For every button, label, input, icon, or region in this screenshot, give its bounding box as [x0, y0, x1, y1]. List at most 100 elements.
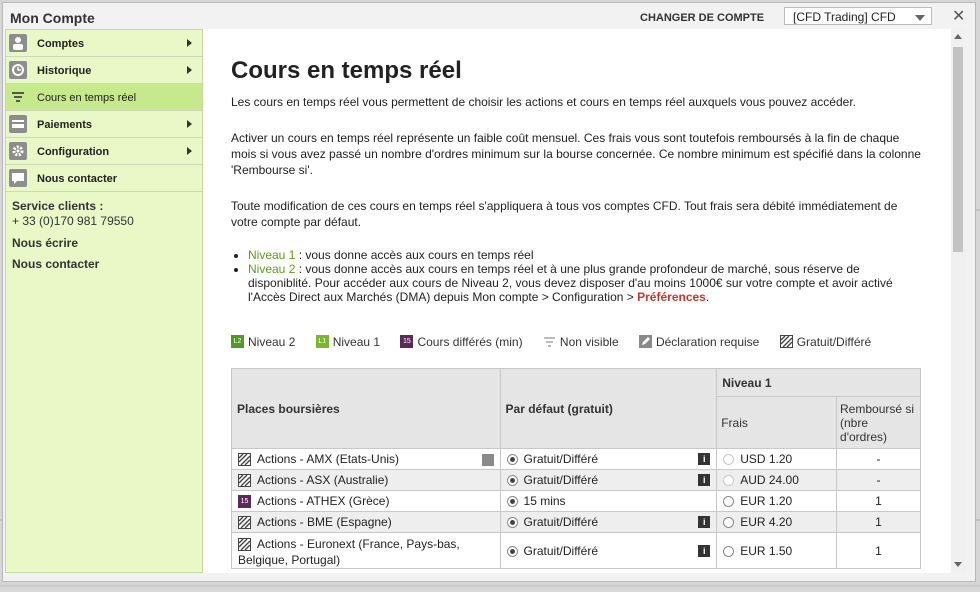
level1-badge-icon: L1	[315, 335, 329, 349]
sidebar-item-label: Nous contacter	[37, 173, 118, 185]
legend-label: Niveau 1	[332, 334, 381, 349]
fee-label: EUR 1.20	[740, 494, 793, 508]
chevron-right-icon	[187, 66, 192, 74]
sidebar-item-historique[interactable]: Historique	[6, 57, 202, 84]
hatched-icon	[238, 453, 251, 467]
fee-label: EUR 1.50	[740, 543, 793, 558]
fee-cell[interactable]: EUR 1.50	[716, 532, 838, 569]
scrollbar-thumb[interactable]	[953, 47, 963, 252]
list-item: Niveau 2 : vous donne accès aux cours en…	[248, 262, 921, 304]
close-icon[interactable]: ✕	[952, 9, 965, 25]
level1-link[interactable]: Niveau 1	[248, 248, 295, 262]
sidebar-item-configuration[interactable]: Configuration	[6, 138, 202, 165]
market-cell: 15 Actions - ATHEX (Grèce)	[231, 490, 501, 512]
chevron-right-icon	[187, 39, 192, 47]
info-icon[interactable]: i	[698, 453, 711, 465]
sidebar-item-comptes[interactable]: Comptes	[6, 30, 202, 57]
sidebar: Comptes Historique Cours en temps réel P…	[5, 29, 203, 573]
legend-item-declaration: Déclaration requise	[638, 334, 760, 349]
legend-label: Déclaration requise	[655, 334, 760, 349]
col-header-default: Par défaut (gratuit)	[499, 368, 718, 449]
fee-radio[interactable]	[723, 496, 735, 508]
fee-label: AUD 24.00	[740, 473, 799, 487]
pencil-icon[interactable]	[481, 453, 494, 466]
legend-item-l2: L2 Niveau 2	[231, 334, 295, 349]
sidebar-item-label: Paiements	[37, 119, 93, 131]
sidebar-item-label: Comptes	[37, 38, 85, 50]
legend-label: Gratuit/Différé	[796, 334, 872, 349]
table-row: Actions - AMX (Etats-Unis) Gratuit/Diffé…	[231, 448, 921, 470]
sidebar-item-nous-contacter[interactable]: Nous contacter	[6, 165, 202, 192]
market-name: Actions - AMX (Etats-Unis)	[257, 451, 400, 466]
preferences-link[interactable]: Préférences	[637, 290, 706, 304]
refund-cell: 1	[836, 511, 921, 533]
legend-label: Niveau 2	[248, 334, 296, 349]
sidebar-item-paiements[interactable]: Paiements	[6, 111, 202, 138]
refund-cell: 1	[836, 490, 921, 512]
vertical-scrollbar[interactable]	[951, 29, 966, 573]
fee-radio	[723, 475, 735, 487]
gear-icon	[9, 142, 27, 160]
default-radio[interactable]	[506, 545, 518, 557]
legend-label: Cours différés (min)	[417, 334, 523, 349]
market-cell: Actions - BME (Espagne)	[231, 511, 501, 533]
col-header-refund: Remboursé si (nbre d'ordres)	[836, 396, 921, 449]
write-us-link[interactable]: Nous écrire	[12, 236, 196, 250]
default-label: Gratuit/Différé	[523, 515, 598, 529]
scroll-down-icon[interactable]	[954, 562, 962, 567]
default-radio[interactable]	[506, 475, 518, 487]
customer-service-block: Service clients : + 33 (0)170 981 79550 …	[6, 192, 202, 285]
sidebar-item-label: Historique	[37, 65, 92, 77]
default-cell[interactable]: 15 mins	[499, 490, 718, 512]
level2-link[interactable]: Niveau 2	[248, 262, 295, 276]
default-radio[interactable]	[506, 517, 518, 529]
default-label: 15 mins	[523, 494, 566, 508]
default-cell[interactable]: Gratuit/Différé i	[499, 448, 718, 470]
info-icon[interactable]: i	[698, 544, 711, 557]
info-icon[interactable]: i	[698, 474, 711, 486]
col-header-market: Places boursières	[231, 368, 501, 449]
filter-icon	[9, 88, 27, 106]
levels-list: Niveau 1 : vous donne accès aux cours en…	[231, 248, 921, 304]
page-title: Cours en temps réel	[231, 57, 462, 84]
card-icon	[9, 115, 27, 133]
cost-text: Activer un cours en temps réel représent…	[231, 131, 921, 177]
default-radio[interactable]	[506, 496, 518, 508]
sidebar-item-cours-temps-reel[interactable]: Cours en temps réel	[6, 84, 202, 111]
modification-text: Toute modification de ces cours en temps…	[231, 199, 898, 229]
refund-cell: -	[836, 448, 921, 470]
fee-radio	[723, 454, 735, 466]
info-icon[interactable]: i	[698, 516, 711, 528]
market-cell: Actions - ASX (Australie)	[231, 469, 501, 491]
contact-us-link[interactable]: Nous contacter	[12, 257, 196, 271]
legend-item-l1: L1 Niveau 1	[315, 334, 381, 349]
level1-text: : vous donne accès aux cours en temps ré…	[295, 248, 534, 262]
market-cell: Actions - Euronext (France, Pays-bas, Be…	[231, 532, 501, 569]
market-name: Actions - ATHEX (Grèce)	[257, 493, 390, 508]
list-item: Niveau 1 : vous donne accès aux cours en…	[248, 248, 921, 262]
scroll-up-icon[interactable]	[954, 34, 962, 39]
dialog-title: Mon Compte	[10, 10, 95, 26]
default-radio[interactable]	[506, 454, 518, 466]
account-select[interactable]: [CFD Trading] CFD	[784, 7, 932, 25]
market-cell: Actions - AMX (Etats-Unis)	[231, 448, 501, 470]
default-label: Gratuit/Différé	[523, 473, 598, 487]
chat-icon	[9, 169, 27, 187]
fee-cell[interactable]: EUR 4.20	[716, 511, 838, 533]
default-cell[interactable]: Gratuit/Différé i	[499, 469, 718, 491]
refund-cell: 1	[836, 532, 921, 569]
switch-account-label: CHANGER DE COMPTE	[640, 12, 765, 24]
delayed-badge-icon: 15	[238, 495, 251, 509]
default-cell[interactable]: Gratuit/Différé i	[499, 532, 718, 569]
fee-cell[interactable]: EUR 1.20	[716, 490, 838, 512]
history-icon	[9, 61, 27, 79]
table-row: Actions - ASX (Australie) Gratuit/Différ…	[231, 469, 921, 491]
hatched-icon	[238, 516, 251, 530]
fee-cell: AUD 24.00	[716, 469, 838, 491]
fee-radio[interactable]	[723, 517, 735, 529]
person-icon	[9, 34, 27, 52]
table-row: Actions - BME (Espagne) Gratuit/Différé i…	[231, 511, 921, 533]
default-label: Gratuit/Différé	[523, 543, 598, 558]
fee-radio[interactable]	[723, 545, 735, 557]
default-cell[interactable]: Gratuit/Différé i	[499, 511, 718, 533]
